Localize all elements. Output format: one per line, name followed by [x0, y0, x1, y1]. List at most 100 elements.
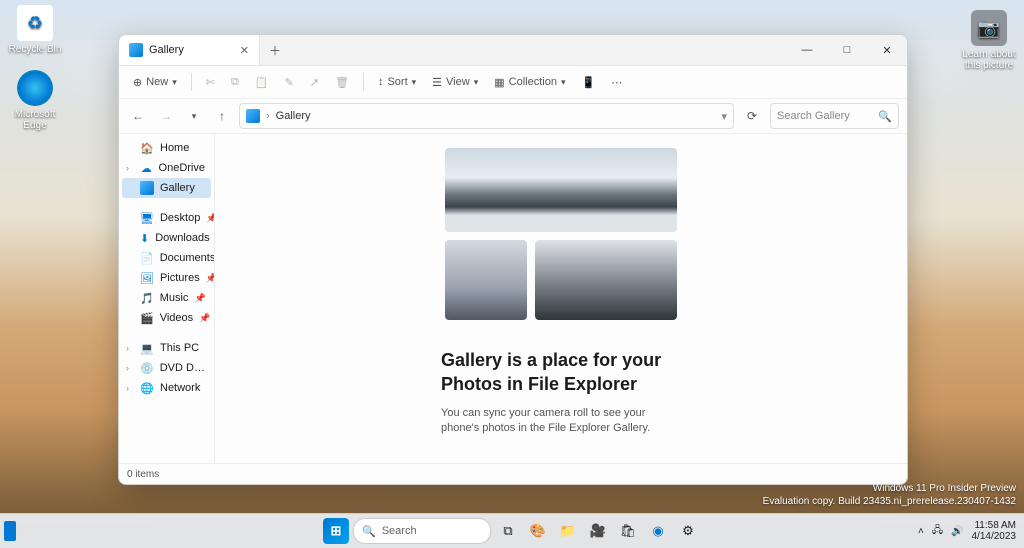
refresh-button[interactable]: ⟳	[740, 104, 764, 128]
sidebar-item-pictures[interactable]: 🖼Pictures📌	[122, 268, 211, 288]
microsoft-edge-icon[interactable]: Microsoft Edge	[5, 70, 65, 131]
maximize-button[interactable]: □	[827, 35, 867, 65]
tab-title: Gallery	[149, 44, 184, 56]
share-icon: ↗	[310, 76, 319, 89]
view-icon: ☰	[432, 76, 442, 89]
plus-circle-icon: ⊕	[133, 76, 142, 89]
status-bar: 0 items	[119, 463, 907, 484]
cut-button[interactable]: ✄	[200, 72, 221, 93]
add-tab-button[interactable]: ＋	[260, 35, 290, 65]
clock[interactable]: 11:58 AM 4/14/2023	[972, 520, 1017, 542]
sidebar-item-gallery[interactable]: Gallery	[122, 178, 211, 198]
sidebar-item-music[interactable]: 🎵Music📌	[122, 288, 211, 308]
chevron-right-icon[interactable]: ›	[126, 163, 129, 173]
chevron-down-icon[interactable]: ▾	[721, 110, 727, 123]
separator	[363, 73, 364, 91]
search-box[interactable]: Search Gallery 🔍	[770, 103, 899, 129]
new-button[interactable]: ⊕New▾	[127, 72, 183, 93]
scissors-icon: ✄	[206, 76, 215, 89]
sort-button[interactable]: ↕Sort▾	[372, 72, 422, 92]
pin-icon: 📌	[206, 273, 215, 284]
tray-chevron-icon[interactable]: ˄	[918, 526, 924, 537]
tray-volume-icon[interactable]: 🔊	[951, 526, 963, 537]
start-button[interactable]: ⊞	[323, 518, 349, 544]
copy-button[interactable]: ⧉	[225, 72, 245, 93]
learn-about-picture-icon[interactable]: 📷 Learn about this picture	[959, 10, 1019, 71]
chevron-down-icon: ▾	[172, 77, 177, 88]
network-icon: 🌐	[140, 381, 154, 395]
delete-button[interactable]: 🗑	[329, 72, 355, 93]
sidebar-item-thispc[interactable]: ›💻This PC	[122, 338, 211, 358]
date: 4/14/2023	[972, 531, 1017, 542]
phone-icon: 📱	[581, 76, 595, 89]
sidebar-item-videos[interactable]: 🎬Videos📌	[122, 308, 211, 328]
collection-icon: ▦	[494, 76, 504, 89]
chevron-right-icon: ›	[266, 110, 270, 122]
hero-photo-small-1	[445, 240, 527, 320]
recent-dropdown[interactable]: ▾	[183, 105, 205, 127]
tab-close-icon[interactable]: ✕	[240, 44, 249, 57]
sidebar-item-onedrive[interactable]: ›☁OneDrive	[122, 158, 211, 178]
taskbar-app-2[interactable]: 🎥	[585, 518, 611, 544]
paste-button[interactable]: 📋	[249, 72, 275, 93]
breadcrumb[interactable]: Gallery	[276, 110, 311, 122]
pin-icon: 📌	[194, 293, 205, 304]
edge-icon	[17, 70, 53, 106]
navigation-pane: 🏠Home ›☁OneDrive Gallery 🖥Desktop📌 ⬇Down…	[119, 134, 215, 463]
titlebar: Gallery ✕ ＋ — □ ✕	[119, 35, 907, 66]
address-bar[interactable]: › Gallery ▾	[239, 103, 734, 129]
collection-button[interactable]: ▦Collection▾	[488, 72, 571, 93]
more-button[interactable]: ⋯	[605, 72, 628, 93]
taskbar-explorer[interactable]: 📁	[555, 518, 581, 544]
sidebar-item-home[interactable]: 🏠Home	[122, 138, 211, 158]
search-placeholder: Search Gallery	[777, 110, 850, 122]
view-button[interactable]: ☰View▾	[426, 72, 484, 93]
rename-button[interactable]: ✎	[279, 72, 300, 93]
sidebar-item-documents[interactable]: 📄Documents📌	[122, 248, 211, 268]
watermark-line2: Evaluation copy. Build 23435.ni_prerelea…	[763, 495, 1016, 508]
share-button[interactable]: ↗	[304, 72, 325, 93]
phone-button[interactable]: 📱	[575, 72, 601, 93]
gallery-hero-image	[445, 148, 677, 320]
chevron-right-icon[interactable]: ›	[126, 363, 129, 373]
edge-label: Microsoft Edge	[5, 109, 65, 131]
copy-icon: ⧉	[231, 76, 239, 89]
taskbar-search[interactable]: 🔍Search	[353, 518, 491, 544]
sidebar-item-dvd[interactable]: ›💿DVD Drive (D:) ViVe	[122, 358, 211, 378]
hero-photo-large	[445, 148, 677, 232]
taskbar-store[interactable]: 🛍	[615, 518, 641, 544]
taskbar-edge[interactable]: ◉	[645, 518, 671, 544]
forward-button[interactable]: →	[155, 105, 177, 127]
chevron-right-icon[interactable]: ›	[126, 343, 129, 353]
taskbar-app-1[interactable]: 🎨	[525, 518, 551, 544]
taskbar-app-3[interactable]: ⚙	[675, 518, 701, 544]
cloud-icon: ☁	[140, 161, 153, 175]
chevron-down-icon: ▾	[412, 77, 417, 88]
camera-icon: 📷	[971, 10, 1007, 46]
pc-icon: 💻	[140, 341, 154, 355]
close-button[interactable]: ✕	[867, 35, 907, 65]
tab-gallery[interactable]: Gallery ✕	[119, 35, 260, 65]
sidebar-item-desktop[interactable]: 🖥Desktop📌	[122, 208, 211, 228]
nav-row: ← → ▾ ↑ › Gallery ▾ ⟳ Search Gallery 🔍	[119, 99, 907, 134]
hero-photo-small-2	[535, 240, 677, 320]
widgets-button[interactable]	[4, 521, 16, 541]
back-button[interactable]: ←	[127, 105, 149, 127]
time: 11:58 AM	[972, 520, 1017, 531]
file-explorer-window: Gallery ✕ ＋ — □ ✕ ⊕New▾ ✄ ⧉ 📋 ✎ ↗ 🗑 ↕Sor…	[118, 34, 908, 485]
rename-icon: ✎	[285, 76, 294, 89]
learn-label: Learn about this picture	[959, 49, 1019, 71]
download-icon: ⬇	[140, 231, 149, 245]
minimize-button[interactable]: —	[787, 35, 827, 65]
chevron-right-icon[interactable]: ›	[126, 383, 129, 393]
sidebar-item-network[interactable]: ›🌐Network	[122, 378, 211, 398]
task-view-button[interactable]: ⧉	[495, 518, 521, 544]
recycle-bin-icon[interactable]: ♻ Recycle Bin	[5, 5, 65, 55]
trash-icon: 🗑	[335, 76, 349, 89]
separator	[191, 73, 192, 91]
gallery-subtext: You can sync your camera roll to see you…	[441, 406, 681, 436]
tray-network-icon[interactable]: 🖧	[932, 523, 943, 540]
system-tray[interactable]: ˄ 🖧 🔊 11:58 AM 4/14/2023	[918, 520, 1024, 542]
sidebar-item-downloads[interactable]: ⬇Downloads📌	[122, 228, 211, 248]
up-button[interactable]: ↑	[211, 105, 233, 127]
